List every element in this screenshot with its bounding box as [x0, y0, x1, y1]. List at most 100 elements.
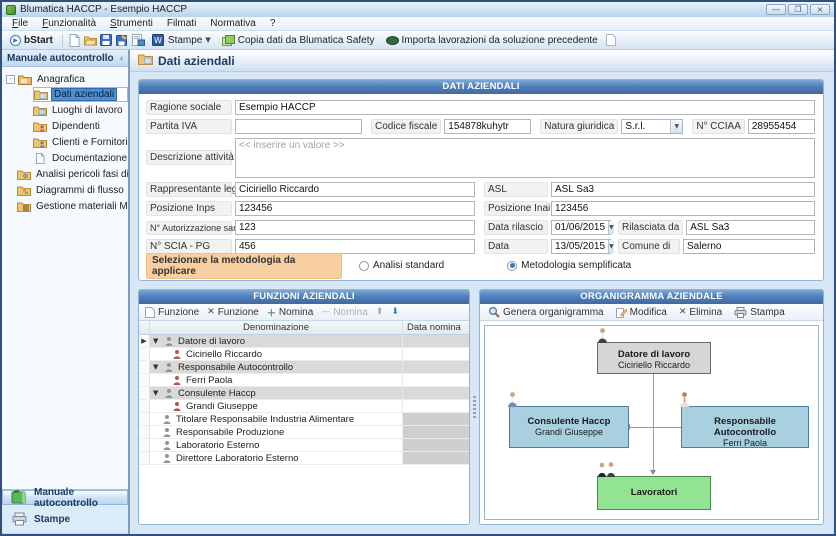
minus-icon: — [321, 307, 330, 317]
minimize-button[interactable]: — [766, 4, 786, 15]
role-icon [162, 440, 173, 451]
table-row-datore[interactable]: ▶ ▼Datore di lavoro [139, 335, 469, 348]
tree-item-luoghi-di-lavoro[interactable]: Luoghi di lavoro [33, 102, 128, 118]
table-row-titolare[interactable]: Titolare Responsabile Industria Alimenta… [139, 413, 469, 426]
panel-splitter[interactable] [470, 289, 479, 525]
rappresentante-field[interactable] [235, 182, 475, 197]
maximize-button[interactable]: ❐ [788, 4, 808, 15]
partita-iva-field[interactable] [235, 119, 362, 134]
table-row-direttore[interactable]: Direttore Laboratorio Esterno [139, 452, 469, 465]
bstart-button[interactable]: ▶ bStart [6, 34, 57, 47]
tree-item-clienti-fornitori[interactable]: Clienti e Fornitori [33, 134, 128, 150]
role-icon [162, 414, 173, 425]
role-icon [164, 362, 175, 373]
magnifier-icon [488, 306, 500, 318]
tree-item-anagrafica[interactable]: - Anagrafica [2, 71, 128, 87]
chevron-down-icon[interactable]: ▼ [153, 363, 161, 371]
table-row-grandi[interactable]: Grandi Giuseppe [139, 400, 469, 413]
codice-fiscale-field[interactable] [444, 119, 531, 134]
radio-icon[interactable] [359, 261, 369, 271]
table-row-ciciriello[interactable]: Ciciriello Riccardo [139, 348, 469, 361]
data-rilascio-select[interactable]: 01/06/2015 ▼ [551, 220, 611, 235]
menu-help[interactable]: ? [263, 18, 283, 29]
genera-organigramma-button[interactable]: Genera organigramma [485, 306, 607, 318]
add-nomina-button[interactable]: ＋ Nomina [264, 306, 316, 319]
menu-filmati[interactable]: Filmati [160, 18, 203, 29]
person-icon [506, 392, 519, 408]
funzioni-table-header: Denominazione Data nomina [139, 321, 469, 335]
tree-item-dipendenti[interactable]: Dipendenti [33, 118, 128, 134]
nav-stampe[interactable]: Stampe [2, 505, 128, 534]
chevron-down-icon[interactable]: ▼ [153, 337, 161, 345]
role-icon [162, 427, 173, 438]
org-node-datore[interactable]: Datore di lavoro Ciciriello Riccardo [597, 342, 711, 374]
open-folder-button[interactable] [84, 34, 97, 47]
chevron-down-icon[interactable]: ▼ [608, 240, 614, 253]
autorizzazione-field[interactable] [235, 220, 475, 235]
menu-file[interactable]: File [5, 18, 35, 29]
move-up-button[interactable]: ⬆ [373, 307, 387, 317]
export-button[interactable] [132, 34, 145, 47]
save-as-button[interactable] [116, 34, 129, 47]
nav-manuale-autocontrollo[interactable]: Manuale autocontrollo [2, 490, 128, 505]
tree-item-analisi-pericoli[interactable]: Analisi pericoli fasi di lavoro [17, 166, 128, 182]
column-denominazione[interactable]: Denominazione [150, 321, 403, 334]
add-funzione-button[interactable]: Funzione [142, 307, 202, 318]
descrizione-field[interactable] [235, 138, 815, 178]
menu-funzionalita[interactable]: Funzionalità [35, 18, 103, 29]
main-toolbar: ▶ bStart W Stampe ▼ C [2, 31, 834, 50]
move-down-button[interactable]: ⬇ [388, 307, 402, 317]
chevron-down-icon[interactable]: ▼ [153, 389, 161, 397]
scia-field[interactable] [235, 239, 475, 254]
person-icon [678, 392, 691, 408]
asl-label: ASL [484, 182, 548, 197]
chevron-down-icon[interactable]: ▼ [670, 120, 682, 133]
stampa-button[interactable]: Stampa [731, 307, 787, 318]
remove-nomina-button[interactable]: — Nomina [318, 307, 370, 318]
chevron-down-icon[interactable]: ▼ [608, 221, 614, 234]
collapse-icon[interactable]: ‹ [120, 53, 123, 63]
tree-item-dati-aziendali[interactable]: Dati aziendali [33, 87, 128, 102]
tree-item-gestione-moca[interactable]: Gestione materiali MOCA [17, 198, 128, 214]
folder-people-icon [33, 137, 47, 148]
ragione-sociale-field[interactable] [235, 100, 815, 115]
page-icon[interactable] [605, 34, 618, 47]
natura-giuridica-select[interactable]: S.r.l. ▼ [621, 119, 683, 134]
elimina-button[interactable]: ✕ Elimina [676, 307, 725, 318]
role-icon [164, 388, 175, 399]
cciaa-field[interactable] [748, 119, 815, 134]
importa-lavorazioni-button[interactable]: Importa lavorazioni da soluzione precede… [382, 33, 602, 48]
close-button[interactable]: × [810, 4, 830, 15]
people-icon [596, 462, 618, 478]
menu-strumenti[interactable]: Strumenti [103, 18, 160, 29]
posizione-inail-field[interactable] [551, 201, 815, 216]
posizione-inps-field[interactable] [235, 201, 475, 216]
table-row-ferri[interactable]: Ferri Paola [139, 374, 469, 387]
table-row-resp-produzione[interactable]: Responsabile Produzione [139, 426, 469, 439]
tree-item-diagrammi-flusso[interactable]: Diagrammi di flusso [17, 182, 128, 198]
column-data-nomina[interactable]: Data nomina [403, 321, 469, 334]
table-row-responsabile[interactable]: ▼Responsabile Autocontrollo [139, 361, 469, 374]
collapse-box-icon[interactable]: - [6, 75, 15, 84]
delete-funzione-button[interactable]: ✕ Funzione [204, 307, 262, 318]
radio-selected-icon[interactable] [507, 261, 517, 271]
radio-analisi-standard[interactable]: Analisi standard [359, 260, 444, 271]
modifica-button[interactable]: Modifica [613, 307, 670, 318]
tree-item-documentazione-allegata[interactable]: Documentazione allegata [33, 150, 128, 166]
new-file-button[interactable] [68, 34, 81, 47]
stampe-button[interactable]: W Stampe ▼ [148, 33, 215, 48]
asl-field[interactable] [551, 182, 815, 197]
org-node-lavoratori[interactable]: Lavoratori [597, 476, 711, 510]
data-select[interactable]: 13/05/2015 ▼ [551, 239, 611, 254]
comune-field[interactable] [683, 239, 815, 254]
menu-normativa[interactable]: Normativa [203, 18, 263, 29]
radio-metodologia-semplificata[interactable]: Metodologia semplificata [507, 260, 631, 271]
rilasciata-da-field[interactable] [686, 220, 815, 235]
app-window: Blumatica HACCP - Esempio HACCP — ❐ × Fi… [0, 0, 836, 536]
table-row-laboratorio[interactable]: Laboratorio Esterno [139, 439, 469, 452]
org-node-consulente[interactable]: Consulente Haccp Grandi Giuseppe [509, 406, 629, 448]
save-button[interactable] [100, 34, 113, 47]
org-node-responsabile[interactable]: Responsabile Autocontrollo Ferri Paola [681, 406, 809, 448]
table-row-consulente[interactable]: ▼Consulente Haccp [139, 387, 469, 400]
copia-dati-button[interactable]: Copia dati da Blumatica Safety [218, 33, 379, 48]
